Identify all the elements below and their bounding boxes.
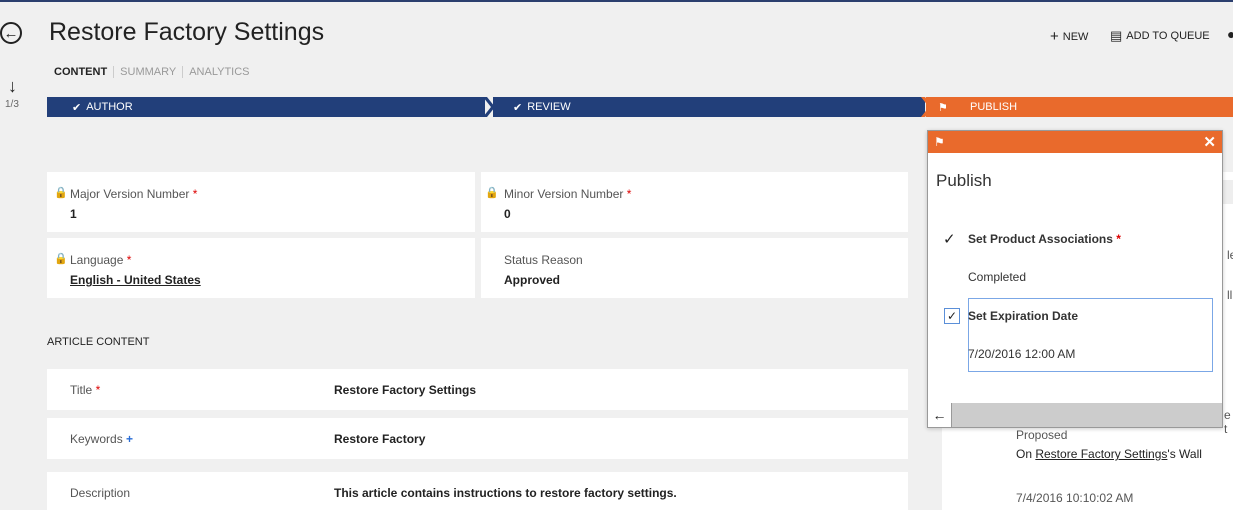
- clipped-text: le: [1227, 248, 1233, 262]
- stage-author[interactable]: ✔ AUTHOR: [47, 97, 485, 117]
- language-label: Language: [70, 253, 124, 267]
- stage-review-label: REVIEW: [527, 101, 571, 113]
- required-marker: *: [192, 187, 198, 201]
- new-label: NEW: [1062, 30, 1089, 43]
- language-field[interactable]: 🔒 Language * English - United States: [47, 238, 475, 298]
- status-reason-label: Status Reason: [504, 253, 583, 267]
- check-icon: ✔: [513, 101, 523, 114]
- recommended-marker: +: [126, 432, 134, 446]
- add-to-queue-button[interactable]: ▤ ADD TO QUEUE: [1110, 28, 1210, 44]
- step-product-associations-label: Set Product Associations: [968, 232, 1113, 246]
- activity-status: Proposed: [1016, 428, 1068, 442]
- status-reason-field[interactable]: Status Reason Approved: [481, 238, 908, 298]
- step-expiration-label: Set Expiration Date: [968, 309, 1079, 323]
- check-icon: ✔: [72, 101, 82, 114]
- queue-icon: ▤: [1110, 28, 1123, 43]
- tab-summary[interactable]: SUMMARY: [113, 66, 182, 78]
- back-button[interactable]: ←: [0, 22, 22, 44]
- record-counter: 1/3: [5, 99, 19, 110]
- process-bar: ✔ AUTHOR ✔ REVIEW ⚑ PUBLISH: [47, 97, 1233, 117]
- major-version-field[interactable]: 🔒 Major Version Number * 1: [47, 172, 475, 232]
- title-label: Title: [70, 383, 93, 397]
- arrow-left-icon: ←: [3, 24, 19, 42]
- arrow-down-icon[interactable]: ↓: [8, 76, 17, 97]
- description-label: Description: [70, 486, 131, 500]
- flyout-footer: ←: [928, 403, 1222, 427]
- major-version-value: 1: [70, 207, 77, 221]
- minor-version-value: 0: [504, 207, 511, 221]
- plus-icon: +: [1050, 28, 1059, 45]
- new-button[interactable]: + NEW: [1050, 28, 1088, 45]
- required-marker: *: [95, 383, 101, 397]
- major-version-label: Major Version Number: [70, 187, 190, 201]
- wall-link[interactable]: Restore Factory Settings: [1035, 447, 1167, 461]
- title-value: Restore Factory Settings: [334, 383, 477, 397]
- minor-version-field[interactable]: 🔒 Minor Version Number * 0: [481, 172, 908, 232]
- check-icon: ✓: [943, 231, 956, 248]
- lock-icon: 🔒: [54, 187, 68, 199]
- clipped-text: ll: [1227, 288, 1233, 302]
- stage-publish-label: PUBLISH: [970, 101, 1018, 113]
- more-commands-icon[interactable]: ●: [1227, 26, 1233, 42]
- tab-analytics[interactable]: ANALYTICS: [182, 66, 255, 78]
- clipped-text: e t: [1224, 408, 1231, 436]
- minor-version-label: Minor Version Number: [504, 187, 624, 201]
- activity-timestamp: 7/4/2016 10:10:02 AM: [1016, 491, 1134, 505]
- flag-icon: ⚑: [938, 101, 948, 114]
- panel-header-strip: [1222, 180, 1233, 204]
- flyout-back-button[interactable]: ←: [928, 403, 952, 427]
- step-expiration-value[interactable]: 7/20/2016 12:00 AM: [968, 347, 1075, 361]
- form-tabs: CONTENT SUMMARY ANALYTICS: [54, 66, 256, 78]
- check-icon: ✓: [946, 309, 958, 323]
- description-row[interactable]: Description This article contains instru…: [47, 472, 908, 510]
- step-product-associations-value: Completed: [968, 270, 1027, 284]
- required-marker: *: [626, 187, 632, 201]
- lock-icon: 🔒: [54, 253, 68, 265]
- page-title: Restore Factory Settings: [49, 18, 325, 46]
- stage-publish[interactable]: ⚑ PUBLISH: [926, 97, 1233, 117]
- keywords-label: Keywords: [70, 432, 123, 446]
- status-reason-value: Approved: [504, 273, 561, 287]
- tab-content[interactable]: CONTENT: [54, 66, 113, 78]
- flyout-title: Publish: [936, 171, 992, 190]
- close-icon[interactable]: ✕: [1203, 133, 1216, 151]
- activity-wall-text: On Restore Factory Settings's Wall: [1016, 447, 1202, 461]
- flyout-header: ⚑ ✕: [928, 131, 1222, 153]
- add-to-queue-label: ADD TO QUEUE: [1126, 30, 1210, 42]
- required-marker: *: [126, 253, 132, 267]
- keywords-value: Restore Factory: [334, 432, 426, 446]
- expiration-checkbox[interactable]: ✓: [944, 308, 960, 324]
- lock-icon: 🔒: [485, 187, 499, 199]
- stage-author-label: AUTHOR: [86, 101, 133, 113]
- required-marker: *: [1116, 232, 1121, 246]
- keywords-row[interactable]: Keywords + Restore Factory: [47, 418, 908, 459]
- language-link[interactable]: English - United States: [70, 273, 201, 287]
- stage-review[interactable]: ✔ REVIEW: [493, 97, 925, 117]
- arrow-left-icon: ←: [932, 407, 947, 423]
- title-row[interactable]: Title * Restore Factory Settings: [47, 369, 908, 410]
- publish-flyout: ⚑ ✕ Publish ✓ Set Product Associations *…: [927, 130, 1223, 428]
- description-value: This article contains instructions to re…: [334, 486, 677, 500]
- article-content-heading: ARTICLE CONTENT: [47, 336, 150, 348]
- flag-icon: ⚑: [934, 135, 945, 149]
